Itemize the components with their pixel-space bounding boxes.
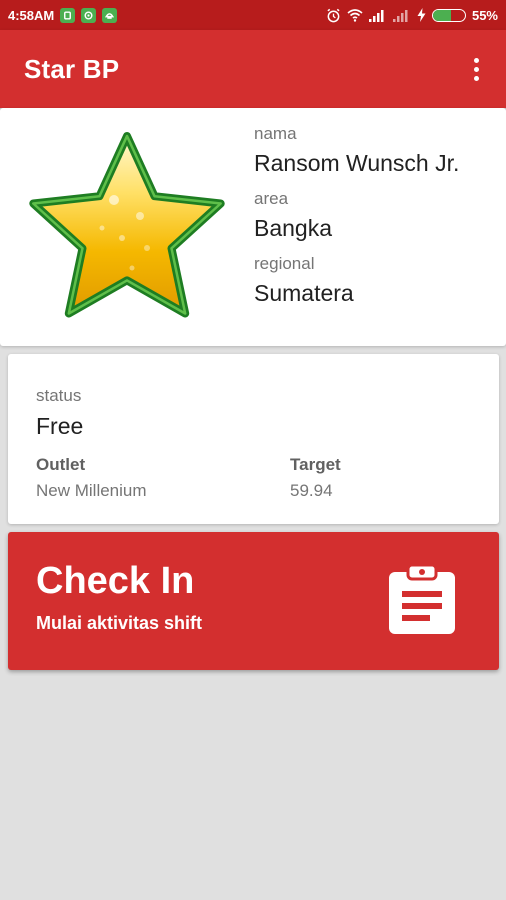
target-value: 59.94 (290, 481, 333, 500)
regional-value: Sumatera (254, 280, 354, 306)
star-logo-icon (29, 132, 225, 318)
clipboard-icon (389, 563, 455, 634)
nama-label: nama (254, 124, 297, 143)
overflow-menu-icon[interactable] (464, 54, 488, 84)
regional-label: regional (254, 254, 315, 273)
notification-app-icon-1 (60, 7, 76, 23)
nama-value: Ransom Wunsch Jr. (254, 150, 460, 176)
wifi-icon (347, 8, 363, 22)
charging-icon (417, 8, 426, 22)
status-bar: 4:58AM 55% (0, 0, 506, 30)
outlet-label: Outlet (36, 455, 86, 474)
status-label: status (36, 386, 82, 405)
notification-app-icon-3 (102, 7, 118, 23)
signal-icon (368, 9, 387, 22)
area-value: Bangka (254, 215, 333, 241)
notification-app-icon-2 (81, 7, 97, 23)
check-in-subtitle: Mulai aktivitas shift (36, 613, 203, 633)
battery-percent: 55% (471, 7, 498, 23)
signal-icon-2 (392, 9, 411, 22)
status-bar-left: 4:58AM (8, 7, 118, 23)
area-label: area (254, 189, 289, 208)
status-bar-right: 55% (326, 8, 498, 23)
status-value: Free (36, 413, 84, 439)
battery-icon (431, 8, 466, 22)
status-time: 4:58AM (8, 7, 55, 23)
app-bar: Star BP (0, 30, 506, 108)
target-label: Target (290, 455, 341, 474)
battery-level (432, 9, 451, 21)
check-in-title: Check In (36, 560, 195, 602)
profile-info: nama Ransom Wunsch Jr. area Bangka regio… (254, 124, 459, 307)
outlet-value: New Millenium (36, 481, 147, 500)
alarm-icon (326, 8, 341, 23)
app-title: Star BP (24, 53, 120, 84)
